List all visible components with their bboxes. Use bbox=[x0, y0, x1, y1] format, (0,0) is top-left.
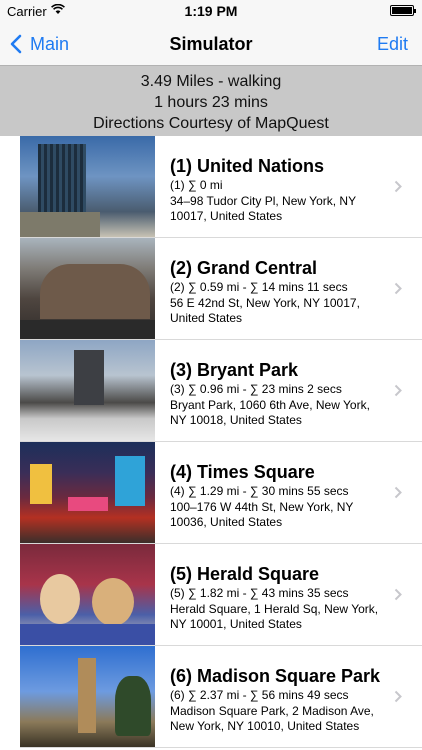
stop-stats: (6) ∑ 2.37 mi - ∑ 56 mins 49 secs bbox=[170, 688, 349, 702]
route-duration: 1 hours 23 mins bbox=[154, 94, 268, 111]
stop-photo bbox=[20, 646, 155, 747]
navigation-bar: Main Simulator Edit bbox=[0, 22, 422, 66]
stop-title: (4) Times Square bbox=[170, 462, 315, 482]
stop-photo bbox=[20, 136, 155, 237]
clock: 1:19 PM bbox=[184, 3, 238, 19]
route-distance: 3.49 Miles - walking bbox=[140, 73, 282, 90]
stop-title: (2) Grand Central bbox=[170, 258, 318, 278]
stop-photo bbox=[20, 238, 155, 339]
stop-address: 34–98 Tudor City Pl, New York, NY 10017,… bbox=[170, 194, 356, 223]
stop-photo bbox=[20, 442, 155, 543]
stop-title: (1) United Nations bbox=[170, 156, 325, 176]
chevron-right-icon bbox=[394, 384, 402, 397]
stop-address: Madison Square Park, 2 Madison Ave, New … bbox=[170, 704, 374, 733]
chevron-right-icon bbox=[394, 690, 402, 703]
list-item-stop-3[interactable]: (3) Bryant Park (3) ∑ 0.96 mi - ∑ 23 min… bbox=[20, 340, 422, 442]
chevron-right-icon bbox=[394, 588, 402, 601]
stop-photo bbox=[20, 340, 155, 441]
chevron-right-icon bbox=[394, 486, 402, 499]
stop-title: (6) Madison Square Park bbox=[170, 666, 381, 686]
stop-stats: (4) ∑ 1.29 mi - ∑ 30 mins 55 secs bbox=[170, 484, 349, 498]
list-item-stop-4[interactable]: (4) Times Square (4) ∑ 1.29 mi - ∑ 30 mi… bbox=[20, 442, 422, 544]
stop-address: 100–176 W 44th St, New York, NY 10036, U… bbox=[170, 500, 354, 529]
battery-icon bbox=[390, 5, 416, 16]
back-button-label: Main bbox=[30, 33, 70, 54]
stop-title: (3) Bryant Park bbox=[170, 360, 299, 380]
stop-stats: (3) ∑ 0.96 mi - ∑ 23 mins 2 secs bbox=[170, 382, 342, 396]
stop-address: 56 E 42nd St, New York, NY 10017, United… bbox=[170, 296, 360, 325]
list-item-stop-2[interactable]: (2) Grand Central (2) ∑ 0.59 mi - ∑ 14 m… bbox=[20, 238, 422, 340]
chevron-right-icon bbox=[394, 180, 402, 193]
stop-stats: (5) ∑ 1.82 mi - ∑ 43 mins 35 secs bbox=[170, 586, 349, 600]
stop-photo bbox=[20, 544, 155, 645]
chevron-right-icon bbox=[394, 282, 402, 295]
route-credit: Directions Courtesy of MapQuest bbox=[93, 115, 329, 132]
route-summary: 3.49 Miles - walking 1 hours 23 mins Dir… bbox=[0, 66, 422, 136]
list-item-stop-5[interactable]: (5) Herald Square (5) ∑ 1.82 mi - ∑ 43 m… bbox=[20, 544, 422, 646]
stop-stats: (1) ∑ 0 mi bbox=[170, 178, 223, 192]
stops-list: (1) United Nations (1) ∑ 0 mi 34–98 Tudo… bbox=[20, 136, 422, 748]
stop-stats: (2) ∑ 0.59 mi - ∑ 14 mins 11 secs bbox=[170, 280, 348, 294]
back-button[interactable]: Main bbox=[10, 30, 69, 58]
stop-title: (5) Herald Square bbox=[170, 564, 320, 584]
list-item-stop-1[interactable]: (1) United Nations (1) ∑ 0 mi 34–98 Tudo… bbox=[20, 136, 422, 238]
stop-address: Bryant Park, 1060 6th Ave, New York, NY … bbox=[170, 398, 370, 427]
status-bar: Carrier 1:19 PM bbox=[0, 0, 422, 22]
stop-address: Herald Square, 1 Herald Sq, New York, NY… bbox=[170, 602, 379, 631]
edit-button[interactable]: Edit bbox=[377, 34, 408, 55]
list-item-stop-6[interactable]: (6) Madison Square Park (6) ∑ 2.37 mi - … bbox=[20, 646, 422, 748]
chevron-left-icon bbox=[10, 34, 22, 54]
